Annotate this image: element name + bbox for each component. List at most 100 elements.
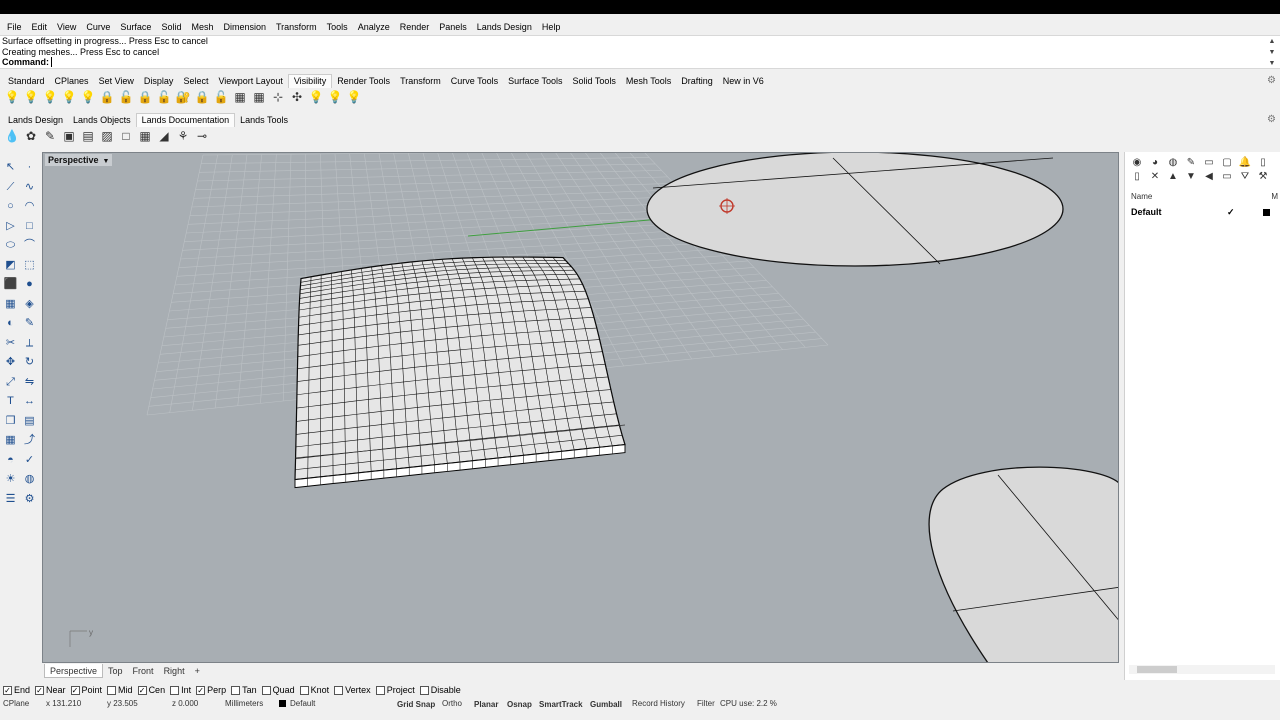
checkbox-icon[interactable] <box>419 685 429 695</box>
mirror-icon[interactable]: ⇋ <box>20 373 39 393</box>
polygon-icon[interactable]: ▷ <box>1 217 20 237</box>
osnap-point[interactable]: ✓ Point <box>70 685 102 695</box>
menu-transform[interactable]: Transform <box>271 20 322 34</box>
curve-icon[interactable]: ∿ <box>20 178 39 198</box>
layers-tab-icon[interactable]: ◉ <box>1129 157 1145 169</box>
checkbox-icon[interactable] <box>107 685 117 695</box>
check-icon[interactable]: ✓ <box>20 451 39 471</box>
checkbox-icon[interactable]: ✓ <box>35 685 45 695</box>
solid-icon[interactable]: ◈ <box>20 295 39 315</box>
checkbox-icon[interactable] <box>299 685 309 695</box>
material-icon[interactable]: ◍ <box>20 470 39 490</box>
viewport-canvas[interactable]: y <box>43 153 1119 663</box>
menu-curve[interactable]: Curve <box>81 20 115 34</box>
add-viewport-icon[interactable]: + <box>190 664 205 678</box>
transform-icon[interactable]: ✥ <box>1 353 20 373</box>
new-sublayer-icon[interactable]: ▯ <box>1129 171 1145 183</box>
brush-tab-icon[interactable]: ✎ <box>1183 157 1199 169</box>
menu-view[interactable]: View <box>52 20 81 34</box>
notification-icon[interactable]: 🔔 <box>1237 157 1253 169</box>
grid-icon[interactable]: ▦ <box>137 128 153 144</box>
rotate-icon[interactable]: ↻ <box>20 353 39 373</box>
checkbox-icon[interactable]: ✓ <box>70 685 80 695</box>
gear-icon[interactable]: ⚙ <box>1267 75 1276 86</box>
menu-help[interactable]: Help <box>537 20 566 34</box>
display-tab-icon[interactable]: ▢ <box>1219 157 1235 169</box>
new-layer-icon[interactable]: ▯ <box>1255 157 1271 169</box>
viewport-title[interactable]: Perspective ▼ <box>45 154 113 166</box>
unlock-selected-icon[interactable]: 🔓 <box>156 89 172 105</box>
ellipse-icon[interactable]: ⬭ <box>1 236 20 256</box>
dimension-icon[interactable]: ↔ <box>20 392 39 412</box>
menu-edit[interactable]: Edit <box>27 20 53 34</box>
circle-icon[interactable]: ○ <box>1 197 20 217</box>
move-left-icon[interactable]: ◀ <box>1201 171 1217 183</box>
layer-icon[interactable]: ☰ <box>1 490 20 510</box>
copy-icon[interactable]: ▭ <box>1219 171 1235 183</box>
image-icon[interactable]: ▨ <box>99 128 115 144</box>
filter-toggle[interactable]: Filter <box>697 698 715 710</box>
osnap-project[interactable]: Project <box>375 685 415 695</box>
delete-layer-icon[interactable]: ✕ <box>1147 171 1163 183</box>
hide-icon[interactable]: 💡 <box>61 89 77 105</box>
analyze-icon[interactable]: ◓ <box>1 451 20 471</box>
offset-surface-mesh[interactable] <box>294 256 626 489</box>
osnap-int[interactable]: Int <box>170 685 191 695</box>
current-layer-check-icon[interactable]: ✓ <box>1227 207 1235 218</box>
unlock-icon[interactable]: 🔓 <box>118 89 134 105</box>
osnap-end[interactable]: ✓ End <box>3 685 30 695</box>
checkbox-icon[interactable] <box>231 685 241 695</box>
checkbox-icon[interactable] <box>375 685 385 695</box>
leader-icon[interactable]: ⤴ <box>20 431 39 451</box>
padlock-icon[interactable]: 🔒 <box>194 89 210 105</box>
command-prompt[interactable]: Command: <box>0 57 1280 69</box>
surface-icon[interactable]: ◩ <box>1 256 20 276</box>
viewport-tab-right[interactable]: Right <box>159 664 190 678</box>
brush-icon[interactable]: ✎ <box>42 128 58 144</box>
plant-label-icon[interactable]: ⚘ <box>175 128 191 144</box>
osnap-vertex[interactable]: Vertex <box>334 685 371 695</box>
plan-view-icon[interactable]: ▣ <box>61 128 77 144</box>
menu-solid[interactable]: Solid <box>156 20 186 34</box>
hide-swap-icon[interactable]: 💡 <box>80 89 96 105</box>
mesh-icon[interactable]: ▦ <box>1 295 20 315</box>
point-icon[interactable]: · <box>20 158 39 178</box>
layer-row[interactable]: Default ✓ <box>1131 206 1275 218</box>
show-selected-icon[interactable]: 💡 <box>23 89 39 105</box>
checkbox-icon[interactable]: ✓ <box>137 685 147 695</box>
split-icon[interactable]: ⟂ <box>20 334 39 354</box>
padlock-open-icon[interactable]: 🔓 <box>213 89 229 105</box>
lock-swap-icon[interactable]: 🔐 <box>175 89 191 105</box>
menu-analyze[interactable]: Analyze <box>353 20 395 34</box>
text-icon[interactable]: T <box>1 392 20 412</box>
cplane-label[interactable]: CPlane <box>3 698 29 710</box>
block-icon[interactable]: ❒ <box>1 412 20 432</box>
planar-toggle[interactable]: Planar <box>474 700 498 709</box>
fillet-icon[interactable]: ⌒ <box>20 236 39 256</box>
show-icon[interactable]: 💡 <box>4 89 20 105</box>
menu-panels[interactable]: Panels <box>434 20 472 34</box>
osnap-knot[interactable]: Knot <box>299 685 329 695</box>
history-scroll[interactable]: ▲ ▼ ▼ <box>1268 36 1276 69</box>
osnap-mid[interactable]: Mid <box>107 685 133 695</box>
smarttrack-toggle[interactable]: SmartTrack <box>539 700 583 709</box>
checkbox-icon[interactable] <box>261 685 271 695</box>
hide-grips-icon[interactable]: ✣ <box>289 89 305 105</box>
materials-tab-icon[interactable]: ◕ <box>1147 157 1163 169</box>
text-label-icon[interactable]: ◢ <box>156 128 172 144</box>
hide-points-icon[interactable]: ⊹ <box>270 89 286 105</box>
menu-lands-design[interactable]: Lands Design <box>472 20 537 34</box>
grid-icon[interactable]: ▦ <box>1 431 20 451</box>
rectangle-icon[interactable]: □ <box>118 128 134 144</box>
ortho-toggle[interactable]: Ortho <box>442 698 462 710</box>
units-label[interactable]: Millimeters <box>225 698 263 710</box>
sphere-icon[interactable]: ● <box>20 275 39 295</box>
gumball-toggle[interactable]: Gumball <box>590 700 622 709</box>
ellipse-surface-bottom[interactable] <box>928 466 1119 663</box>
menu-surface[interactable]: Surface <box>115 20 156 34</box>
lock-icon[interactable]: 🔒 <box>99 89 115 105</box>
lock-isolate-icon[interactable]: ▦ <box>251 89 267 105</box>
bulb-half-icon[interactable]: 💡 <box>327 89 343 105</box>
checkbox-icon[interactable]: ✓ <box>3 685 12 695</box>
menu-mesh[interactable]: Mesh <box>186 20 218 34</box>
